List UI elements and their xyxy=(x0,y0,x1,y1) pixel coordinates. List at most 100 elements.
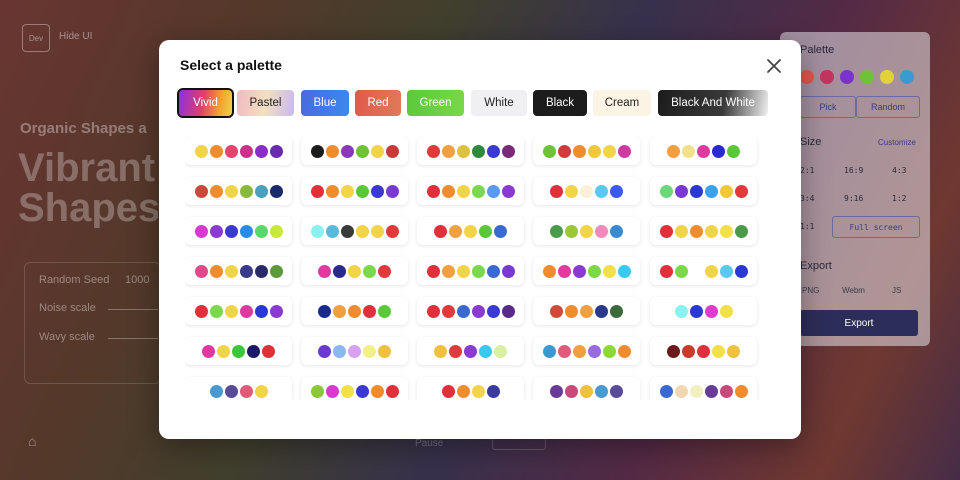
palette-swatch xyxy=(239,144,253,158)
palette-option[interactable] xyxy=(417,177,524,205)
tab-green[interactable]: Green xyxy=(407,90,464,116)
export-button[interactable]: Export xyxy=(800,310,918,336)
palette-swatch xyxy=(580,304,593,318)
random-seed-input[interactable]: 1000 xyxy=(125,274,149,286)
palette-option[interactable] xyxy=(417,137,524,165)
palette-option[interactable] xyxy=(533,337,640,365)
palette-option[interactable] xyxy=(185,377,292,400)
palette-swatch xyxy=(550,304,563,318)
palette-option[interactable] xyxy=(185,217,292,245)
palette-swatch xyxy=(501,144,515,158)
palette-option[interactable] xyxy=(650,297,757,325)
palette-swatch xyxy=(501,304,515,318)
palette-swatch xyxy=(426,264,440,278)
palette-swatch xyxy=(325,384,339,398)
control-label-wavy-scale: Wavy scale xyxy=(39,331,95,343)
palette-option[interactable] xyxy=(533,177,640,205)
palette-option[interactable] xyxy=(301,257,408,285)
tab-black[interactable]: Black xyxy=(533,90,587,116)
palette-option[interactable] xyxy=(650,137,757,165)
noise-scale-slider[interactable] xyxy=(108,309,158,310)
pause-button[interactable]: Pause xyxy=(415,438,443,449)
palette-swatch xyxy=(310,224,324,238)
palette-option[interactable] xyxy=(533,297,640,325)
palette-swatch xyxy=(617,264,631,278)
close-icon[interactable] xyxy=(763,55,785,77)
ratio-option[interactable]: 2:1 xyxy=(800,166,814,175)
palette-option[interactable] xyxy=(417,257,524,285)
palette-swatch xyxy=(224,384,238,398)
palette-swatch xyxy=(610,184,623,198)
palette-swatch xyxy=(602,264,616,278)
palette-option[interactable] xyxy=(533,257,640,285)
palette-option[interactable] xyxy=(301,137,408,165)
palette-option[interactable] xyxy=(650,257,757,285)
palette-swatch xyxy=(719,264,733,278)
palette-option[interactable] xyxy=(185,337,292,365)
palette-swatch xyxy=(269,184,283,198)
palette-option[interactable] xyxy=(417,217,524,245)
format-option-webm[interactable]: Webm xyxy=(842,286,865,295)
palette-swatch xyxy=(194,144,208,158)
palette-option[interactable] xyxy=(301,177,408,205)
palette-option[interactable] xyxy=(417,377,524,400)
palette-swatch xyxy=(254,384,268,398)
customize-size-link[interactable]: Customize xyxy=(878,138,916,147)
palette-swatch xyxy=(667,144,680,158)
format-option-js[interactable]: JS xyxy=(892,286,901,295)
pick-palette-button[interactable]: Pick xyxy=(800,96,856,118)
palette-swatch xyxy=(209,144,223,158)
palette-option[interactable] xyxy=(650,217,757,245)
palette-swatch xyxy=(674,384,688,398)
palette-option[interactable] xyxy=(417,297,524,325)
tab-red[interactable]: Red xyxy=(355,90,401,116)
palette-option[interactable] xyxy=(650,177,757,205)
tab-vivid[interactable]: Vivid xyxy=(177,88,234,118)
palette-swatch xyxy=(471,144,485,158)
palette-swatch xyxy=(595,224,608,238)
tab-pastel[interactable]: Pastel xyxy=(237,90,294,116)
tab-white[interactable]: White xyxy=(471,90,527,116)
palette-swatch xyxy=(194,224,208,238)
tab-cream[interactable]: Cream xyxy=(593,90,651,116)
palette-option[interactable] xyxy=(301,337,408,365)
palette-swatch xyxy=(239,304,253,318)
palette-option[interactable] xyxy=(650,377,757,400)
palette-option[interactable] xyxy=(301,217,408,245)
palette-option[interactable] xyxy=(301,377,408,400)
palette-swatch xyxy=(464,344,477,358)
palette-option[interactable] xyxy=(533,377,640,400)
wavy-scale-slider[interactable] xyxy=(108,338,158,339)
ratio-option[interactable]: 16:9 xyxy=(844,166,863,175)
ratio-option[interactable]: 3:4 xyxy=(800,194,814,203)
home-icon[interactable]: ⌂ xyxy=(28,433,44,449)
palette-swatch xyxy=(820,70,834,84)
palette-swatch xyxy=(269,144,283,158)
palette-swatch xyxy=(355,384,369,398)
palette-option[interactable] xyxy=(185,257,292,285)
palette-option[interactable] xyxy=(301,297,408,325)
palette-option[interactable] xyxy=(533,137,640,165)
format-option-png[interactable]: PNG xyxy=(802,286,819,295)
tab-black-and-white[interactable]: Black And White xyxy=(658,90,768,116)
ratio-option[interactable]: 1:1 xyxy=(800,222,814,231)
palette-swatch xyxy=(441,264,455,278)
palette-option[interactable] xyxy=(650,337,757,365)
palette-swatch xyxy=(363,344,376,358)
palette-option[interactable] xyxy=(417,337,524,365)
palette-option[interactable] xyxy=(185,297,292,325)
palette-swatch xyxy=(247,344,260,358)
hide-ui-button[interactable]: Hide UI xyxy=(59,31,92,42)
random-palette-button[interactable]: Random xyxy=(856,96,920,118)
ratio-option[interactable]: 4:3 xyxy=(892,166,906,175)
tab-blue[interactable]: Blue xyxy=(301,90,349,116)
ratio-option[interactable]: 1:2 xyxy=(892,194,906,203)
palette-option[interactable] xyxy=(185,177,292,205)
palette-option[interactable] xyxy=(533,217,640,245)
palette-swatch xyxy=(486,384,500,398)
palette-option[interactable] xyxy=(185,137,292,165)
full-screen-button[interactable]: Full screen xyxy=(832,216,920,238)
ratio-option[interactable]: 9:16 xyxy=(844,194,863,203)
palette-swatch xyxy=(318,344,331,358)
palette-swatch xyxy=(587,144,601,158)
